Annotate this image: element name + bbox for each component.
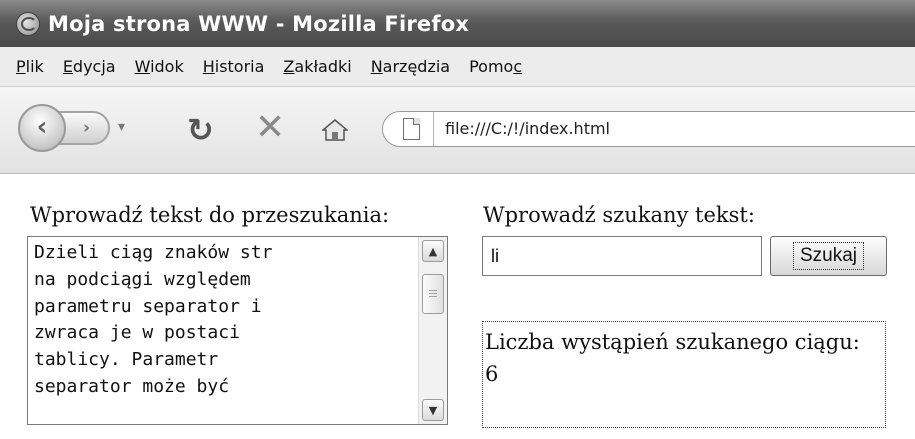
source-text-label: Wprowadź tekst do przeszukania: [30,203,390,227]
forward-icon: › [82,118,90,138]
menu-bar: Plik Edycja Widok Historia Zakładki Narz… [0,47,915,87]
search-button-label: Szukaj [792,242,865,270]
scroll-up-icon[interactable]: ▲ [422,240,444,262]
address-url[interactable]: file:///C:/!/index.html [445,119,610,138]
title-bar[interactable]: Moja strona WWW - Mozilla Firefox [0,0,915,47]
textarea-scrollbar[interactable]: ▲ ▼ [418,237,447,424]
menu-item-widok[interactable]: Widok [135,57,184,76]
history-dropdown-icon[interactable]: ▾ [118,119,125,135]
firefox-icon [16,11,40,36]
search-button[interactable]: Szukaj [770,236,887,276]
home-icon[interactable] [322,119,348,141]
menu-item-edycja[interactable]: Edycja [63,57,116,76]
search-input[interactable] [482,236,762,276]
back-button[interactable]: ‹ [18,104,66,152]
page-content: Wprowadź tekst do przeszukania: Dzieli c… [0,174,915,439]
back-icon: ‹ [36,111,48,142]
navigation-toolbar: ‹ › ▾ ↻ ✕ file:///C:/!/index.html [0,87,915,174]
result-count: 6 [485,362,499,386]
scroll-thumb[interactable] [422,274,444,314]
source-text[interactable]: Dzieli ciąg znaków str na podciągi wzglę… [34,240,422,401]
page-icon [403,118,420,140]
menu-item-narzedzia[interactable]: Narzędzia [371,57,450,76]
menu-item-pomoc[interactable]: Pomoc [469,57,522,76]
menu-item-historia[interactable]: Historia [203,57,265,76]
stop-icon[interactable]: ✕ [255,107,285,148]
menu-item-zakladki[interactable]: Zakładki [283,57,351,76]
result-box: Liczba wystąpień szukanego ciągu: 6 [482,321,886,428]
source-textarea[interactable]: Dzieli ciąg znaków str na podciągi wzglę… [27,236,448,425]
scroll-down-icon[interactable]: ▼ [422,399,444,421]
window-title: Moja strona WWW - Mozilla Firefox [48,11,470,36]
address-bar[interactable]: file:///C:/!/index.html [382,111,915,147]
reload-icon[interactable]: ↻ [187,111,214,149]
result-label: Liczba wystąpień szukanego ciągu: [485,330,860,354]
menu-item-plik[interactable]: Plik [16,57,44,76]
address-separator [433,112,434,146]
search-text-label: Wprowadź szukany tekst: [483,203,755,227]
